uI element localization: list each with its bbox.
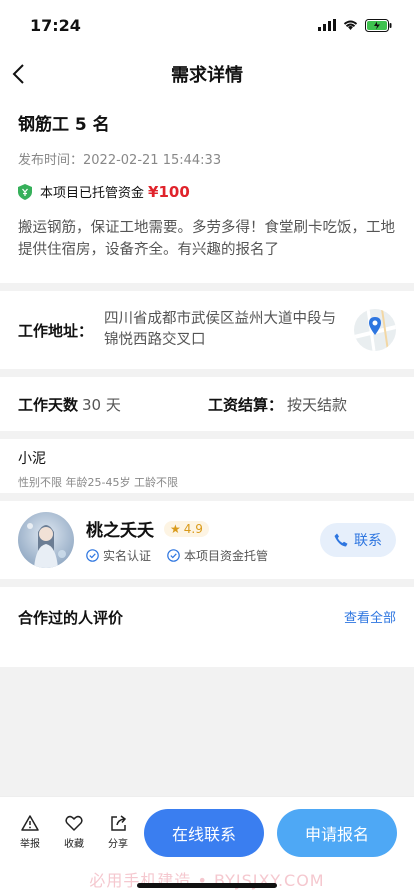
- heart-icon: [65, 815, 83, 831]
- map-pin-icon: [354, 309, 396, 351]
- status-icons: [318, 18, 392, 32]
- pay-label: 工资结算：: [208, 395, 284, 414]
- contact-label: 联系: [354, 533, 382, 549]
- battery-icon: [365, 18, 392, 32]
- warning-icon: [21, 815, 39, 831]
- report-button[interactable]: 举报: [8, 815, 52, 850]
- share-icon: [110, 815, 126, 831]
- work-days: 工作天数 30 天: [18, 394, 208, 415]
- phone-icon: [334, 533, 348, 547]
- view-all-link[interactable]: 查看全部: [344, 607, 396, 626]
- home-indicator: [137, 883, 277, 888]
- job-info-card: 钢筋工 5 名 发布时间：2022-02-21 15:44:33 本项目已托管资…: [0, 98, 414, 283]
- share-button[interactable]: 分享: [96, 815, 140, 850]
- escrow-badge-label: 本项目资金托管: [184, 549, 269, 563]
- report-label: 举报: [20, 839, 40, 850]
- status-bar: 17:24: [0, 0, 414, 50]
- favorite-label: 收藏: [64, 839, 84, 850]
- map-thumbnail[interactable]: [354, 309, 396, 351]
- avatar-image: [18, 512, 74, 568]
- avatar[interactable]: [18, 512, 74, 568]
- publish-time: 发布时间：2022-02-21 15:44:33: [18, 149, 396, 168]
- back-arrow-icon[interactable]: [8, 62, 32, 86]
- requirements-detail: 性别不限 年龄25-45岁 工龄不限: [18, 476, 178, 489]
- star-icon: ★: [170, 521, 181, 536]
- job-title: 钢筋工 5 名: [18, 115, 110, 135]
- employer-name-row: 桃之夭夭 ★ 4.9: [86, 516, 320, 541]
- rating-badge: ★ 4.9: [164, 520, 209, 537]
- work-days-label: 工作天数: [18, 395, 79, 414]
- publish-time-value: 2022-02-21 15:44:33: [83, 153, 222, 168]
- work-days-value: 30 天: [82, 395, 121, 414]
- page-title: 需求详情: [171, 65, 243, 86]
- reviews-title: 合作过的人评价: [18, 609, 124, 627]
- verified-badge: 实名认证: [86, 547, 151, 564]
- nav-bar: 需求详情: [0, 50, 414, 98]
- requirements-card: 小泥 性别不限 年龄25-45岁 工龄不限: [0, 439, 414, 493]
- reviews-section: 合作过的人评价 查看全部: [0, 587, 414, 667]
- check-circle-icon: [86, 549, 99, 562]
- contact-button[interactable]: 联系: [320, 523, 396, 557]
- employer-badges: 实名认证 本项目资金托管: [86, 547, 320, 564]
- worker-type: 小泥: [18, 451, 46, 467]
- escrow-info: 本项目已托管资金 ¥100: [18, 182, 396, 201]
- work-meta: 工作天数 30 天 工资结算： 按天结款: [0, 377, 414, 431]
- status-time: 17:24: [30, 15, 81, 35]
- address-label: 工作地址：: [18, 321, 94, 340]
- address-card[interactable]: 工作地址： 四川省成都市武侯区益州大道中段与锦悦西路交叉口: [0, 291, 414, 369]
- share-label: 分享: [108, 839, 128, 850]
- favorite-button[interactable]: 收藏: [52, 815, 96, 850]
- pay-value: 按天结款: [287, 395, 348, 414]
- online-contact-button[interactable]: 在线联系: [144, 809, 264, 857]
- shield-check-icon: [18, 183, 32, 200]
- wifi-icon: [343, 20, 358, 30]
- employer-name: 桃之夭夭: [86, 521, 154, 541]
- job-description: 搬运钢筋，保证工地需要。多劳多得！食堂刷卡吃饭，工地提供住宿房，设备齐全。有兴趣…: [18, 220, 395, 258]
- apply-button[interactable]: 申请报名: [277, 809, 397, 857]
- signal-icon: [318, 19, 336, 31]
- employer-card: 桃之夭夭 ★ 4.9 实名认证 本项目资金托管 联系: [0, 501, 414, 579]
- address-value: 四川省成都市武侯区益州大道中段与锦悦西路交叉口: [104, 311, 336, 348]
- bottom-bar: 举报 收藏 分享 在线联系 申请报名 必用手机建造 • BYJSJXY.COM: [0, 796, 414, 896]
- escrow-label: 本项目已托管资金: [40, 186, 145, 201]
- verified-label: 实名认证: [103, 549, 152, 563]
- check-circle-icon: [167, 549, 180, 562]
- employer-info: 桃之夭夭 ★ 4.9 实名认证 本项目资金托管: [86, 516, 320, 564]
- escrow-badge: 本项目资金托管: [167, 547, 268, 564]
- rating-value: 4.9: [183, 521, 203, 536]
- publish-label: 发布时间：: [18, 153, 84, 168]
- pay-settlement: 工资结算： 按天结款: [208, 394, 347, 415]
- escrow-amount: ¥100: [148, 182, 190, 201]
